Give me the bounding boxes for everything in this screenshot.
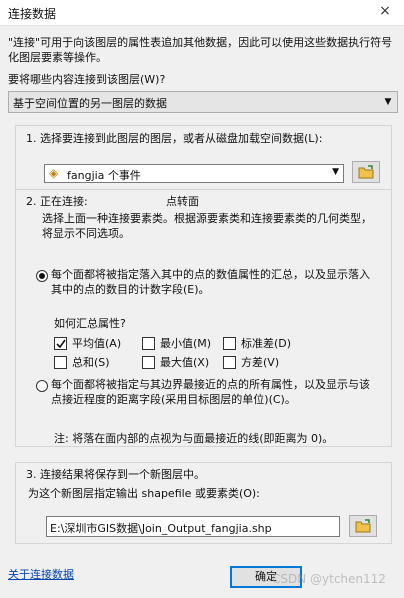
layer-dropdown-value: fangjia 个事件 [67, 169, 141, 182]
min-checkbox-label[interactable]: 最小值(M) [160, 336, 211, 351]
help-link[interactable]: 关于连接数据 [8, 566, 74, 582]
title-bar: 连接数据 × [0, 0, 404, 26]
step1-section: 1. 选择要连接到此图层的图层，或者从磁盘加载空间数据(L): ◈ fangji… [15, 125, 392, 190]
step3-label: 3. 连接结果将保存到一个新图层中。 [26, 468, 205, 481]
step2-section: 2. 正在连接: 点转面 选择上面一种连接要素类。根据源要素类和连接要素类的几何… [15, 189, 392, 447]
summary-option-label[interactable]: 每个面都将被指定落入其中的点的数值属性的汇总，以及显示落入其中的点的数目的计数字… [51, 267, 371, 297]
nearest-option-radio[interactable] [36, 380, 48, 392]
description-text: "连接"可用于向该图层的属性表追加其他数据，因此可以使用这些数据执行符号化图层要… [8, 36, 393, 64]
mean-checkbox-label[interactable]: 平均值(A) [72, 336, 121, 351]
stddev-checkbox-label[interactable]: 标准差(D) [241, 336, 291, 351]
chevron-down-icon: ▼ [384, 97, 392, 107]
summary-option-radio[interactable] [36, 270, 48, 282]
step1-label: 1. 选择要连接到此图层的图层，或者从磁盘加载空间数据(L): [26, 132, 323, 145]
max-checkbox[interactable] [142, 356, 155, 369]
max-checkbox-label[interactable]: 最大值(X) [160, 355, 209, 370]
join-type-value: 基于空间位置的另一图层的数据 [13, 97, 167, 110]
nearest-option-label[interactable]: 每个面都将被指定与其边界最接近的点的所有属性，以及显示与该点接近程度的距离字段(… [51, 377, 371, 407]
output-path-input[interactable]: E:\深圳市GIS数据\Join_Output_fangjia.shp [46, 516, 340, 537]
join-question-label: 要将哪些内容连接到该图层(W)? [8, 73, 166, 86]
distance-note: 注: 将落在面内部的点视为与面最接近的线(即距离为 0)。 [54, 432, 334, 445]
step2-label: 2. 正在连接: [26, 195, 88, 208]
browse-layer-button[interactable] [352, 161, 380, 183]
point-layer-icon: ◈ [49, 166, 59, 180]
layer-type-label: 点转面 [166, 195, 199, 208]
window-title: 连接数据 [8, 7, 57, 21]
sum-checkbox-label[interactable]: 总和(S) [72, 355, 110, 370]
watermark-text: CSDN @ytchen112 [272, 572, 386, 586]
summary-question-label: 如何汇总属性? [54, 317, 126, 330]
join-type-dropdown[interactable]: 基于空间位置的另一图层的数据 ▼ [8, 91, 398, 113]
stddev-checkbox[interactable] [223, 337, 236, 350]
folder-icon [358, 165, 374, 179]
step2-instruction: 选择上面一种连接要素类。根据源要素类和连接要素类的几何类型，将显示不同选项。 [42, 212, 372, 240]
step3-sublabel: 为这个新图层指定输出 shapefile 或要素类(O): [28, 487, 260, 500]
chevron-down-icon: ▼ [332, 167, 339, 177]
folder-icon [355, 519, 371, 533]
min-checkbox[interactable] [142, 337, 155, 350]
layer-dropdown[interactable]: ◈ fangjia 个事件 ▼ [44, 164, 344, 183]
variance-checkbox[interactable] [223, 356, 236, 369]
step3-section: 3. 连接结果将保存到一个新图层中。 为这个新图层指定输出 shapefile … [15, 462, 392, 544]
output-path-value: E:\深圳市GIS数据\Join_Output_fangjia.shp [50, 522, 272, 535]
browse-output-button[interactable] [349, 515, 377, 537]
sum-checkbox[interactable] [54, 356, 67, 369]
close-icon[interactable]: × [376, 3, 394, 19]
checkmark-icon [56, 339, 66, 349]
mean-checkbox[interactable] [54, 337, 67, 350]
variance-checkbox-label[interactable]: 方差(V) [241, 355, 279, 370]
